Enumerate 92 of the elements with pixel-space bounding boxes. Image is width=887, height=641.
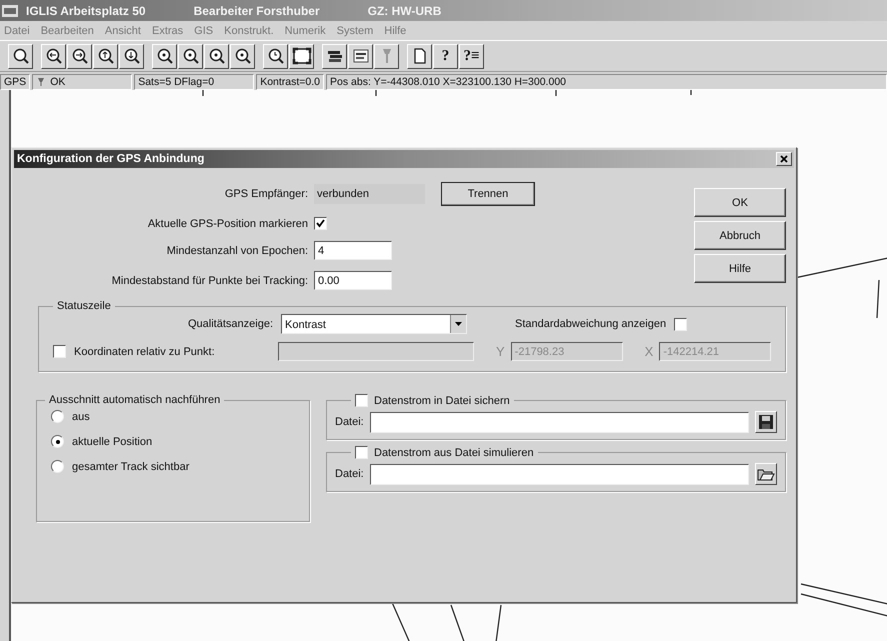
radio-button[interactable] — [51, 460, 64, 473]
dialog-button[interactable]: Hilfe — [694, 254, 786, 283]
toolbar-button[interactable] — [178, 44, 203, 68]
group-title: Statuszeile — [56, 300, 112, 312]
toolbar-button[interactable] — [374, 44, 399, 68]
toolbar-button[interactable] — [41, 44, 66, 68]
field-label: Datei: — [335, 416, 364, 428]
menu-item[interactable]: Konstrukt. — [224, 24, 274, 36]
dialog-button[interactable]: Abbruch — [694, 221, 786, 250]
x-coordinate-field[interactable]: -142214.21 — [659, 342, 772, 361]
window-title: Bearbeiter Forsthuber — [194, 4, 320, 18]
file-button[interactable] — [755, 411, 777, 433]
checkbox[interactable] — [355, 394, 368, 407]
field-label: Mindestabstand für Punkte bei Tracking: — [110, 274, 308, 286]
field-label: Mindestanzahl von Epochen: — [166, 244, 308, 256]
menu-item[interactable]: Extras — [152, 24, 184, 36]
magnifier-icon — [122, 47, 140, 65]
frame-icon — [292, 47, 312, 65]
toolbar-button[interactable] — [322, 44, 347, 68]
magnifier-icon — [44, 47, 62, 65]
status-label: GPS — [0, 74, 30, 90]
app-icon — [2, 4, 18, 16]
toolbar-button[interactable]: ? — [433, 44, 458, 68]
dialog-button[interactable]: OK — [694, 188, 786, 217]
window-title: IGLIS Arbeitsplatz 50 — [26, 4, 146, 18]
magnifier-icon — [208, 47, 226, 65]
checkbox[interactable] — [53, 345, 66, 358]
gps-state: OK — [50, 76, 66, 88]
checkbox-label: Aktuelle GPS-Position markieren — [146, 218, 308, 230]
checkbox[interactable] — [674, 318, 688, 330]
close-button[interactable] — [776, 152, 792, 166]
page-icon — [412, 47, 426, 65]
field-label: GPS Empfänger: — [224, 188, 308, 200]
radio-button[interactable] — [51, 410, 64, 423]
checkbox-label: Datenstrom aus Datei simulieren — [374, 446, 534, 458]
magnifier-icon — [234, 47, 252, 65]
checkbox[interactable] — [355, 446, 368, 459]
dropdown-arrow-icon — [455, 322, 462, 326]
toolbar-button[interactable] — [407, 44, 432, 68]
menu-item[interactable]: Hilfe — [384, 24, 406, 36]
checkbox-label: Datenstrom in Datei sichern — [374, 394, 510, 406]
distance-field[interactable]: 0.00 — [314, 271, 392, 290]
toolbar-button[interactable] — [230, 44, 255, 68]
toolbar-button[interactable] — [289, 44, 314, 68]
window-title: GZ: HW-URB — [368, 4, 442, 18]
menu-item[interactable]: GIS — [194, 24, 214, 36]
toolbar-button[interactable] — [119, 44, 144, 68]
menu-item[interactable]: Ansicht — [104, 24, 141, 36]
menu-item[interactable]: Bearbeiten — [40, 24, 94, 36]
position-status: Pos abs: Y=-44308.010 X=323100.130 H=300.000 — [326, 74, 887, 90]
file-button[interactable] — [755, 463, 777, 485]
radio-button[interactable] — [51, 435, 64, 448]
radio-label: aktuelle Position — [72, 436, 152, 448]
disconnect-button[interactable]: Trennen — [441, 182, 535, 206]
field-label: Qualitätsanzeige: — [187, 318, 274, 330]
field-label: X — [644, 344, 654, 359]
satellite-status: Sats=5 DFlag=0 — [134, 74, 254, 90]
layers-icon — [326, 48, 344, 64]
toolbar-button[interactable]: ?≡ — [459, 44, 484, 68]
toolbar-button[interactable] — [8, 44, 33, 68]
quality-dropdown[interactable]: Kontrast — [281, 314, 467, 334]
toolbar-button[interactable] — [93, 44, 118, 68]
magnifier-icon — [12, 47, 30, 65]
checkbox[interactable] — [314, 217, 327, 230]
menu-item[interactable]: System — [336, 24, 374, 36]
magnifier-icon — [266, 47, 284, 65]
receiver-status-field: verbunden — [314, 184, 425, 204]
menu-item[interactable]: Datei — [4, 24, 30, 36]
toolbar-button[interactable] — [152, 44, 177, 68]
toolbar-button[interactable] — [67, 44, 92, 68]
close-icon — [780, 155, 788, 163]
radio-label: gesamter Track sichtbar — [72, 460, 190, 472]
file-path-field[interactable] — [370, 464, 749, 484]
group-title: Ausschnitt automatisch nachführen — [48, 394, 222, 406]
field-label: Y — [496, 344, 505, 359]
magnifier-icon — [96, 47, 114, 65]
radio-label: aus — [72, 410, 90, 422]
magnifier-icon — [156, 47, 174, 65]
checkbox-label: Standardabweichung anzeigen — [515, 318, 666, 330]
menu-item[interactable]: Numerik — [284, 24, 326, 36]
contrast-status: Kontrast=0.0 — [256, 74, 324, 90]
toolbar-button[interactable] — [204, 44, 229, 68]
checkbox-label: Koordinaten relativ zu Punkt: — [74, 346, 216, 358]
magnifier-icon — [70, 47, 88, 65]
toolbar-button[interactable] — [348, 44, 373, 68]
field-label: Datei: — [335, 468, 364, 480]
file-path-field[interactable] — [370, 412, 749, 432]
dialog-title: Konfiguration der GPS Anbindung — [17, 153, 204, 165]
toolbar-button[interactable] — [263, 44, 288, 68]
epochs-field[interactable]: 4 — [314, 241, 392, 260]
point-field[interactable] — [278, 342, 474, 361]
magnifier-icon — [182, 47, 200, 65]
